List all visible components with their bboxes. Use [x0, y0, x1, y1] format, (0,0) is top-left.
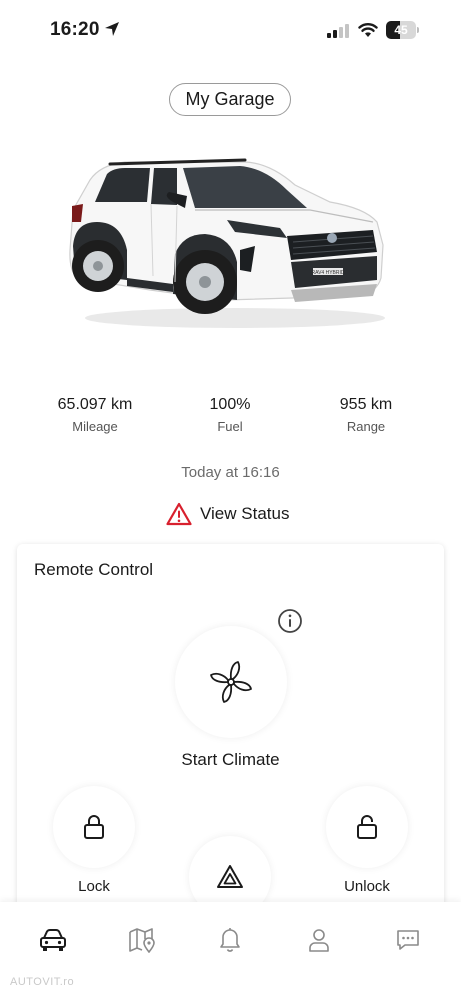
vehicle-image: RAV4 HYBRID [69, 158, 385, 328]
start-climate-button[interactable] [175, 626, 287, 738]
stat-range: 955 km Range [296, 396, 436, 434]
svg-text:RAV4 HYBRID: RAV4 HYBRID [312, 270, 345, 276]
tab-map[interactable] [122, 924, 162, 956]
unlock-icon [357, 815, 377, 839]
my-garage-button[interactable]: My Garage [169, 83, 291, 116]
cellular-signal-icon [327, 24, 349, 38]
tab-profile[interactable] [299, 924, 339, 956]
last-updated-time: Today at 16:16 [181, 464, 280, 481]
car-icon [40, 929, 66, 951]
battery-icon: 45 [386, 21, 420, 39]
lock-icon [84, 815, 104, 839]
mileage-label: Mileage [72, 419, 118, 434]
stat-fuel: 100% Fuel [160, 396, 300, 434]
mileage-value: 65.097 km [57, 396, 133, 413]
fuel-label: Fuel [217, 419, 243, 434]
wifi-icon [358, 23, 378, 37]
remote-control-card: Remote Control Start Climate Lock Unlock [17, 544, 444, 964]
clock: 16:20 [50, 19, 100, 40]
bell-icon [220, 928, 240, 952]
map-icon [129, 928, 155, 953]
battery-percentage: 45 [394, 23, 408, 37]
range-label: Range [346, 419, 386, 434]
start-climate-label: Start Climate [181, 750, 280, 769]
range-value: 955 km [339, 396, 393, 413]
status-bar: 16:20 45 [0, 0, 461, 60]
hazard-icon [217, 865, 243, 888]
unlock-button[interactable] [326, 786, 408, 868]
tab-messages[interactable] [388, 924, 428, 956]
location-arrow-icon [105, 22, 119, 36]
view-status-label: View Status [200, 504, 290, 523]
fan-icon [210, 661, 252, 703]
watermark: AUTOVIT.ro [10, 976, 75, 988]
info-icon[interactable] [277, 608, 303, 634]
tab-notifications[interactable] [210, 924, 250, 956]
unlock-label: Unlock [344, 878, 390, 895]
tab-vehicle[interactable] [33, 924, 73, 956]
profile-icon [309, 929, 329, 952]
lock-label: Lock [78, 878, 110, 895]
warning-triangle-icon [166, 502, 192, 526]
remote-control-title: Remote Control [34, 560, 154, 579]
fuel-value: 100% [209, 396, 251, 413]
chat-icon [397, 930, 419, 950]
stat-mileage: 65.097 km Mileage [25, 396, 165, 434]
view-status-link[interactable]: View Status [166, 500, 289, 528]
lock-button[interactable] [53, 786, 135, 868]
